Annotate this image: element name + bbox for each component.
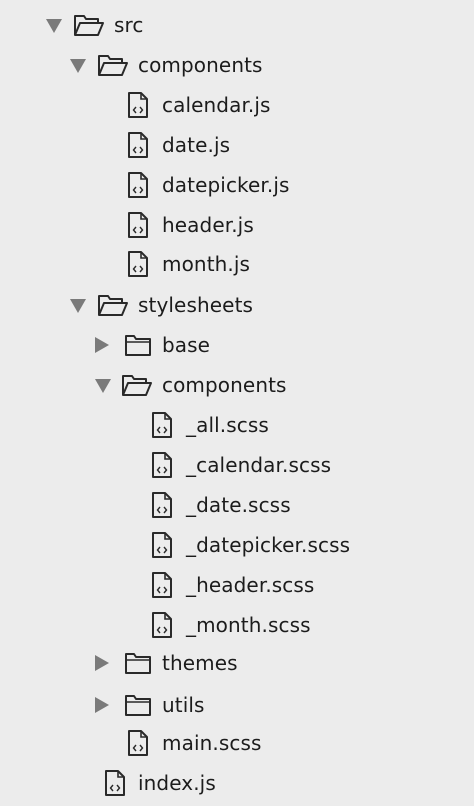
folder-open-icon: [97, 53, 129, 77]
tree-item-stylesheets-folder[interactable]: stylesheets: [0, 285, 474, 325]
tree-item-file[interactable]: _month.scss: [0, 605, 474, 645]
code-file-icon: [104, 769, 126, 797]
tree-item-file[interactable]: _calendar.scss: [0, 445, 474, 485]
tree-item-label: header.js: [162, 213, 254, 237]
folder-open-icon: [97, 293, 129, 317]
code-file-icon: [151, 491, 173, 519]
folder-open-icon: [121, 373, 153, 397]
tree-item-file[interactable]: _all.scss: [0, 405, 474, 445]
tree-item-file[interactable]: datepicker.js: [0, 165, 474, 205]
folder-open-icon: [73, 13, 105, 37]
tree-item-label: index.js: [138, 771, 216, 795]
tree-item-file[interactable]: _header.scss: [0, 565, 474, 605]
tree-item-components-folder[interactable]: components: [0, 45, 474, 85]
file-tree: src components calendar.js date.js datep…: [0, 0, 474, 806]
folder-closed-icon: [124, 693, 152, 717]
tree-item-file[interactable]: header.js: [0, 205, 474, 245]
code-file-icon: [127, 91, 149, 119]
tree-item-themes-folder[interactable]: themes: [0, 643, 474, 683]
folder-closed-icon: [124, 333, 152, 357]
tree-item-utils-folder[interactable]: utils: [0, 685, 474, 725]
code-file-icon: [151, 611, 173, 639]
disclosure-expanded-icon[interactable]: [46, 19, 62, 33]
tree-item-label: _datepicker.scss: [186, 533, 351, 557]
tree-item-src-folder[interactable]: src: [0, 5, 474, 45]
tree-item-label: _all.scss: [186, 413, 269, 437]
disclosure-expanded-icon[interactable]: [95, 379, 111, 393]
tree-item-file[interactable]: month.js: [0, 244, 474, 284]
code-file-icon: [127, 250, 149, 278]
tree-item-file[interactable]: _date.scss: [0, 485, 474, 525]
disclosure-collapsed-icon[interactable]: [95, 697, 109, 713]
code-file-icon: [151, 411, 173, 439]
tree-item-file[interactable]: main.scss: [0, 723, 474, 763]
code-file-icon: [151, 571, 173, 599]
disclosure-expanded-icon[interactable]: [70, 299, 86, 313]
tree-item-file[interactable]: index.js: [0, 763, 474, 803]
disclosure-expanded-icon[interactable]: [70, 59, 86, 73]
code-file-icon: [151, 451, 173, 479]
tree-item-label: components: [162, 373, 287, 397]
code-file-icon: [127, 171, 149, 199]
code-file-icon: [151, 531, 173, 559]
tree-item-label: _calendar.scss: [186, 453, 332, 477]
tree-item-label: month.js: [162, 252, 251, 276]
tree-item-label: _month.scss: [186, 613, 311, 637]
tree-item-base-folder[interactable]: base: [0, 325, 474, 365]
tree-item-stylesheets-components-folder[interactable]: components: [0, 365, 474, 405]
tree-item-file[interactable]: calendar.js: [0, 85, 474, 125]
disclosure-collapsed-icon[interactable]: [95, 655, 109, 671]
tree-item-label: date.js: [162, 133, 231, 157]
tree-item-label: _date.scss: [186, 493, 291, 517]
tree-item-file[interactable]: date.js: [0, 125, 474, 165]
tree-item-label: components: [138, 53, 263, 77]
tree-item-label: utils: [162, 693, 205, 717]
tree-item-label: _header.scss: [186, 573, 315, 597]
code-file-icon: [127, 729, 149, 757]
code-file-icon: [127, 211, 149, 239]
folder-closed-icon: [124, 651, 152, 675]
tree-item-file[interactable]: _datepicker.scss: [0, 525, 474, 565]
tree-item-label: calendar.js: [162, 93, 271, 117]
disclosure-collapsed-icon[interactable]: [95, 337, 109, 353]
tree-item-label: base: [162, 333, 211, 357]
tree-item-label: stylesheets: [138, 293, 254, 317]
tree-item-label: themes: [162, 651, 238, 675]
tree-item-label: src: [114, 13, 144, 37]
tree-item-label: datepicker.js: [162, 173, 290, 197]
tree-item-label: main.scss: [162, 731, 262, 755]
code-file-icon: [127, 131, 149, 159]
